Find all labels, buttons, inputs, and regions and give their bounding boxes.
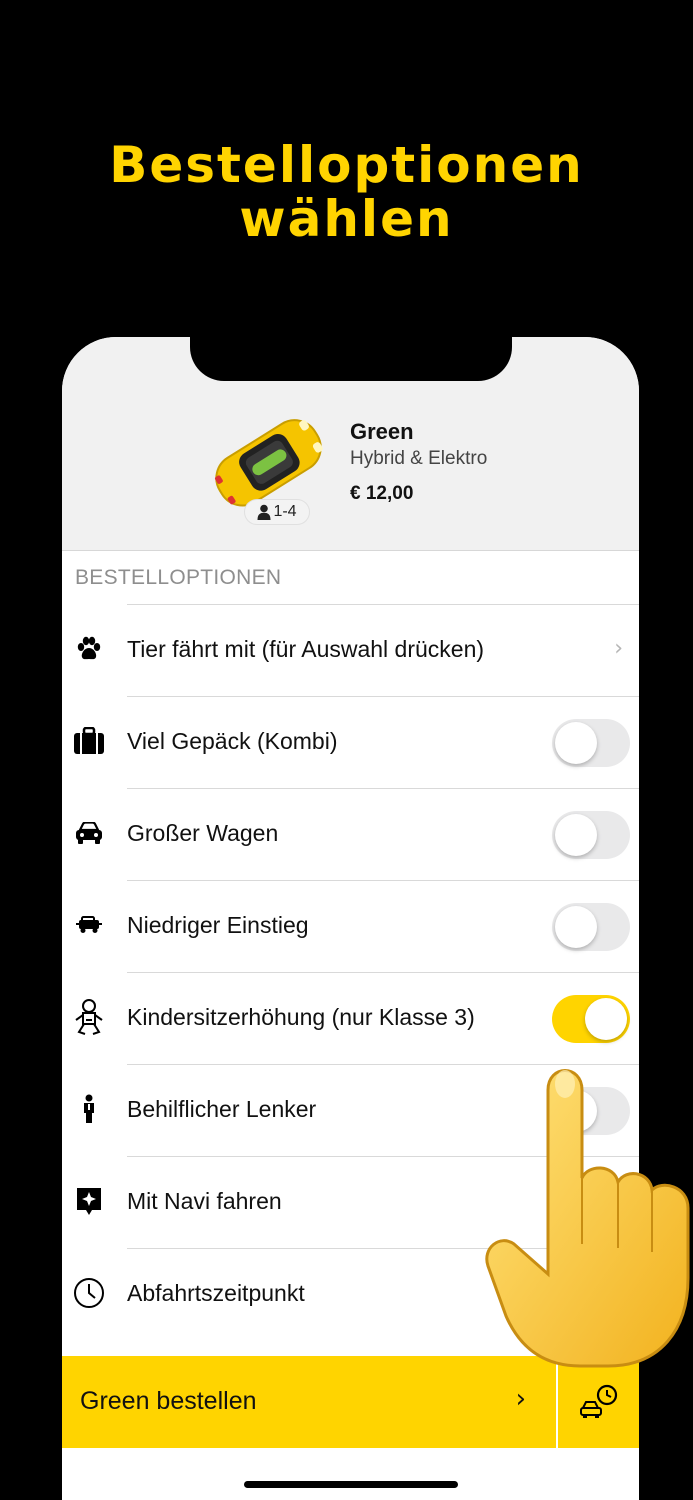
row-divider: [127, 788, 639, 789]
headline: Bestelloptionen wählen: [0, 138, 693, 246]
passenger-count: 1-4: [273, 503, 297, 520]
chevron-right-icon: ›: [614, 636, 623, 661]
passenger-capacity-badge: 1-4: [245, 500, 309, 524]
home-indicator: [244, 1481, 458, 1488]
row-divider: [127, 604, 639, 605]
order-button[interactable]: Green bestellen ›: [62, 1356, 556, 1448]
vehicle-class-subtitle: Hybrid & Elektro: [350, 448, 488, 469]
headline-line-2: wählen: [239, 190, 454, 248]
option-row-pet[interactable]: Tier fährt mit (für Auswahl drücken) ›: [62, 604, 639, 696]
row-divider: [127, 972, 639, 973]
headline-line-1: Bestelloptionen: [109, 136, 584, 194]
option-label: Tier fährt mit (für Auswahl drücken): [127, 636, 485, 662]
toggle-knob: [555, 722, 597, 764]
schedule-order-button[interactable]: [558, 1356, 639, 1448]
option-label: Mit Navi fahren: [127, 1188, 282, 1214]
driver-icon: [72, 1092, 106, 1126]
option-label: Behilflicher Lenker: [127, 1096, 317, 1122]
clock-icon: [72, 1276, 106, 1310]
row-divider: [127, 880, 639, 881]
car-schedule-icon: [579, 1384, 617, 1418]
option-label: Abfahrtszeitpunkt: [127, 1280, 305, 1306]
order-bar: Green bestellen ›: [62, 1356, 639, 1448]
vehicle-class-name: Green: [350, 419, 414, 444]
chevron-right-icon: ›: [515, 1384, 526, 1414]
option-label: Großer Wagen: [127, 820, 279, 846]
option-row-large-car: Großer Wagen: [62, 788, 639, 880]
toggle-knob: [555, 906, 597, 948]
car-icon: [72, 816, 106, 850]
low-entry-toggle[interactable]: [552, 903, 630, 951]
paw-icon: [72, 632, 106, 666]
option-label: Viel Gepäck (Kombi): [127, 728, 338, 754]
row-divider: [127, 696, 639, 697]
navigation-icon: [72, 1184, 106, 1218]
option-label: Kindersitzerhöhung (nur Klasse 3): [127, 1004, 475, 1030]
pointing-hand-icon: [485, 1069, 690, 1368]
child-seat-toggle[interactable]: [552, 995, 630, 1043]
person-icon: [257, 504, 271, 520]
luggage-toggle[interactable]: [552, 719, 630, 767]
toggle-knob: [555, 814, 597, 856]
option-row-luggage: Viel Gepäck (Kombi): [62, 696, 639, 788]
option-label: Niedriger Einstieg: [127, 912, 309, 938]
vehicle-price: € 12,00: [350, 483, 414, 504]
large-car-toggle[interactable]: [552, 811, 630, 859]
phone-notch: [190, 337, 512, 381]
suitcase-icon: [72, 724, 106, 758]
baby-icon: [72, 999, 106, 1035]
low-vehicle-icon: [72, 908, 106, 942]
order-button-label: Green bestellen: [80, 1387, 257, 1415]
option-row-low-entry: Niedriger Einstieg: [62, 880, 639, 972]
section-title: BESTELLOPTIONEN: [75, 566, 282, 589]
toggle-knob: [585, 998, 627, 1040]
